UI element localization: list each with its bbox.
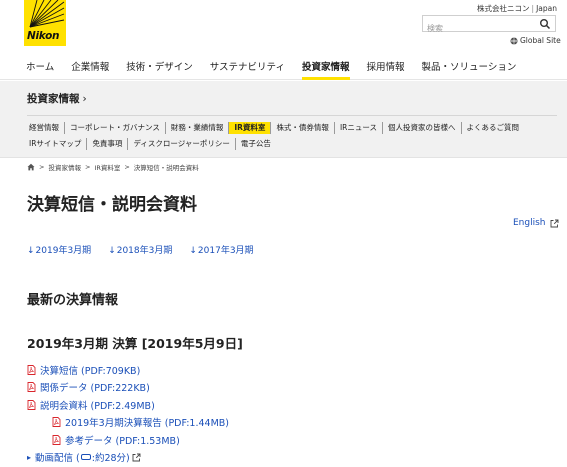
search-icon[interactable] [539,18,551,30]
nav-corporate[interactable]: 企業情報 [71,58,109,80]
breadcrumb-sep: > [124,163,130,171]
doc-label: 参考データ (PDF:1.53MB) [65,435,180,447]
video-stream-link[interactable]: ▸ 動画配信 ( :約28分) [27,449,229,467]
nav-sustainability[interactable]: サステナビリティ [210,58,285,80]
global-site-link[interactable]: Global Site [510,36,561,45]
doc-label: 決算短信 (PDF:709KB) [40,365,141,377]
doc-label: 関係データ (PDF:222KB) [40,383,150,395]
doc-link-results-report[interactable]: 2019年3月期決算報告 (PDF:1.44MB) [27,414,229,432]
pdf-icon [27,399,36,410]
breadcrumb-current: 決算短信・説明会資料 [133,164,199,172]
latest-results-heading: 最新の決算情報 [27,293,119,308]
external-link-icon [132,453,141,462]
document-list: 決算短信 (PDF:709KB) 関係データ (PDF:222KB) 説明会資料… [27,361,229,466]
fy-results-heading: 2019年3月期 決算 [2019年5月9日] [27,336,243,351]
fiscal-year-links: ↓2019年3月期 ↓2018年3月期 ↓2017年3月期 [27,243,271,256]
subnav-sitemap[interactable]: IRサイトマップ [24,138,88,150]
chevron-right-icon: › [82,93,87,105]
doc-link-tanshin[interactable]: 決算短信 (PDF:709KB) [27,361,229,379]
arrow-down-icon: ↓ [108,246,116,256]
year-link-label: 2018年3月期 [116,246,173,256]
subnav-financials[interactable]: 財務・業績情報 [166,122,230,134]
doc-link-related-data[interactable]: 関係データ (PDF:222KB) [27,379,229,397]
breadcrumb-ir-library[interactable]: IR資料室 [94,162,120,172]
nav-investors[interactable]: 投資家情報 [302,58,350,80]
section-divider [27,115,557,116]
company-line: 株式会社ニコン | Japan [477,4,557,13]
nav-home[interactable]: ホーム [26,58,54,80]
year-link-2018[interactable]: ↓2018年3月期 [108,243,172,256]
year-link-2019[interactable]: ↓2019年3月期 [27,243,91,256]
pdf-icon [27,382,36,393]
home-icon[interactable] [27,163,35,171]
subnav-individual-investors[interactable]: 個人投資家の皆様へ [383,122,462,134]
subnav-stock-bond[interactable]: 株式・債券情報 [271,122,335,134]
external-link-icon [550,219,558,227]
doc-label: 説明会資料 (PDF:2.49MB) [40,400,155,412]
page-title: 決算短信・説明会資料 [27,195,197,215]
global-site-label: Global Site [520,36,561,45]
subnav-ir-library[interactable]: IR資料室 [229,122,272,134]
pdf-icon [52,417,61,428]
breadcrumb-sep: > [84,163,91,171]
nav-careers[interactable]: 採用情報 [367,58,405,80]
logo-text: Nikon [27,30,60,42]
section-title: 投資家情報 [27,93,80,105]
arrow-down-icon: ↓ [27,246,35,256]
breadcrumb: > 投資家情報 > IR資料室 > 決算短信・説明会資料 [27,162,199,172]
subnav-management[interactable]: 経営情報 [24,122,65,134]
breadcrumb-sep: > [39,163,45,171]
search-input[interactable] [423,21,535,36]
doc-link-reference-data[interactable]: 参考データ (PDF:1.53MB) [27,431,229,449]
subnav-disclosure-policy[interactable]: ディスクロージャーポリシー [128,138,236,150]
video-icon [80,454,91,461]
pdf-icon [27,364,36,375]
year-link-2017[interactable]: ↓2017年3月期 [189,243,253,256]
subnav-ir-news[interactable]: IRニュース [335,122,383,134]
video-prefix: 動画配信 ( [35,453,80,465]
country-link[interactable]: Japan [536,4,557,13]
subnav-governance[interactable]: コーポレート・ガバナンス [65,122,166,134]
nav-technology[interactable]: 技術・デザイン [126,58,193,80]
english-link-label: English [513,218,546,228]
breadcrumb-investors[interactable]: 投資家情報 [48,162,81,172]
doc-label: 2019年3月期決算報告 (PDF:1.44MB) [65,418,229,430]
subnav-disclaimer[interactable]: 免責事項 [87,138,129,150]
doc-link-presentation[interactable]: 説明会資料 (PDF:2.49MB) [27,396,229,414]
nikon-logo[interactable]: Nikon [24,0,66,46]
subnav-faq[interactable]: よくあるご質問 [462,122,525,134]
nav-products[interactable]: 製品・ソリューション [422,58,517,80]
caret-right-icon: ▸ [27,452,32,462]
year-link-label: 2017年3月期 [197,246,254,256]
section-band: 投資家情報 › 経営情報 コーポレート・ガバナンス 財務・業績情報 IR資料室 株… [0,81,567,158]
main-nav: ホーム 企業情報 技術・デザイン サステナビリティ 投資家情報 採用情報 製品・… [0,58,567,80]
subnav-public-notice[interactable]: 電子公告 [236,138,276,150]
company-name-link[interactable]: 株式会社ニコン [477,4,530,13]
english-link[interactable]: English [513,218,559,228]
globe-icon [510,37,518,44]
section-title-link[interactable]: 投資家情報 › [27,91,87,106]
pdf-icon [52,434,61,445]
video-suffix: :約28分) [91,453,130,465]
ir-subnav-row2: IRサイトマップ 免責事項 ディスクロージャーポリシー 電子公告 [24,138,564,150]
ir-subnav-row1: 経営情報 コーポレート・ガバナンス 財務・業績情報 IR資料室 株式・債券情報 … [24,122,564,134]
arrow-down-icon: ↓ [189,246,197,256]
year-link-label: 2019年3月期 [35,246,92,256]
search-box [422,15,556,36]
